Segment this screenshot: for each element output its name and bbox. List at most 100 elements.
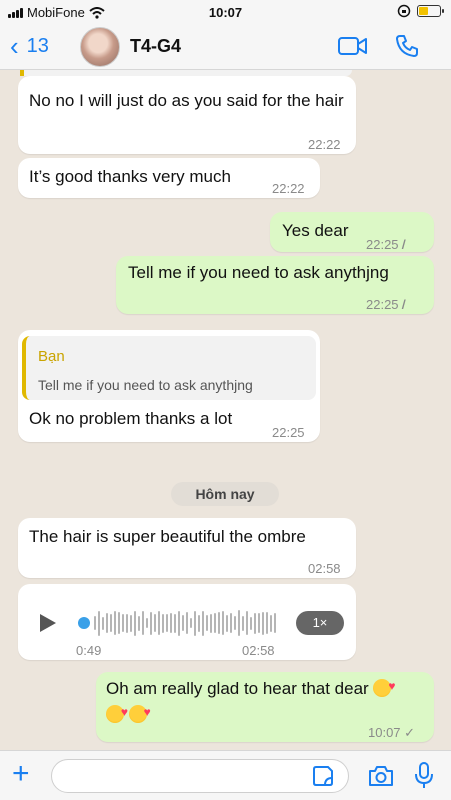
message-time: 22:22 — [308, 137, 341, 152]
message-text: It’s good thanks very much — [29, 167, 231, 186]
message-incoming-reply[interactable]: Bạn Tell me if you need to ask anythjng … — [18, 330, 320, 442]
waveform-bar — [198, 614, 200, 632]
chevron-left-icon: ‹ — [10, 31, 19, 61]
voice-duration: 02:58 — [242, 643, 275, 658]
waveform-bar — [142, 611, 144, 635]
reply-text: Tell me if you need to ask anythjng — [38, 377, 253, 393]
waveform-bar — [226, 614, 228, 632]
message-outgoing[interactable]: Tell me if you need to ask anythjng 22:2… — [116, 256, 434, 314]
message-text-content: Oh am really glad to hear that dear — [106, 679, 369, 698]
waveform-bar — [218, 612, 220, 634]
waveform-bar — [150, 611, 152, 635]
chat-area[interactable]: No no I will just do as you said for the… — [0, 70, 451, 750]
quoted-reply[interactable]: Bạn Tell me if you need to ask anythjng — [22, 336, 316, 400]
audio-waveform[interactable] — [94, 608, 280, 638]
reply-author: Bạn — [38, 348, 65, 365]
waveform-bar — [178, 610, 180, 636]
waveform-bar — [262, 611, 264, 635]
waveform-bar — [114, 611, 116, 635]
waveform-bar — [138, 615, 140, 631]
orientation-lock-icon — [397, 4, 411, 18]
waveform-bar — [170, 613, 172, 633]
waveform-bar — [266, 612, 268, 634]
chat-header: ‹ 13 T4-G4 — [0, 24, 451, 70]
play-icon[interactable] — [40, 614, 56, 632]
battery-icon — [417, 5, 444, 17]
status-right — [397, 4, 444, 18]
camera-icon[interactable] — [368, 765, 394, 787]
message-outgoing[interactable]: Yes dear 22:25 // — [270, 212, 434, 252]
playback-position-handle[interactable] — [78, 617, 90, 629]
message-outgoing[interactable]: Oh am really glad to hear that dear 10:0… — [96, 672, 434, 742]
voice-message[interactable]: 1× 0:49 02:58 — [18, 584, 356, 660]
waveform-bar — [194, 610, 196, 636]
waveform-bar — [174, 613, 176, 633]
message-incoming[interactable]: The hair is super beautiful the ombre 02… — [18, 518, 356, 578]
message-text: Yes dear — [282, 221, 349, 240]
composer-bar: + — [0, 750, 451, 800]
contact-name[interactable]: T4-G4 — [130, 36, 181, 57]
attach-plus-icon[interactable]: + — [12, 759, 30, 789]
waveform-bar — [238, 610, 240, 636]
message-incoming[interactable]: It’s good thanks very much 22:22 — [18, 158, 320, 198]
waveform-bar — [242, 615, 244, 631]
message-text: The hair is super beautiful the ombre — [29, 527, 306, 546]
waveform-bar — [126, 613, 128, 633]
waveform-bar — [166, 614, 168, 632]
waveform-bar — [158, 611, 160, 635]
waveform-bar — [182, 615, 184, 631]
waveform-bar — [98, 610, 100, 636]
waveform-bar — [250, 616, 252, 630]
sent-tick-icon: ✓ — [404, 725, 416, 740]
waveform-bar — [246, 611, 248, 635]
waveform-bar — [122, 614, 124, 632]
waveform-bar — [274, 613, 276, 633]
waveform-bar — [210, 613, 212, 633]
time-text: 22:25 — [366, 237, 399, 252]
contact-avatar[interactable] — [80, 27, 120, 67]
waveform-bar — [258, 613, 260, 633]
message-text: No no I will just do as you said for the… — [29, 91, 344, 110]
voice-elapsed: 0:49 — [76, 643, 102, 658]
waveform-bar — [94, 616, 96, 630]
waveform-bar — [270, 614, 272, 632]
smiling-face-with-hearts-icon — [106, 699, 128, 725]
status-bar: MobiFone 10:07 — [0, 0, 451, 24]
message-time: 22:25 // — [366, 292, 406, 318]
waveform-bar — [202, 610, 204, 636]
message-time: 10:07 ✓ — [368, 720, 415, 746]
waveform-bar — [154, 614, 156, 632]
sticker-icon[interactable] — [312, 765, 334, 787]
microphone-icon[interactable] — [414, 761, 434, 789]
message-time: 22:22 — [272, 181, 305, 196]
phone-call-icon[interactable] — [395, 34, 419, 58]
message-time: 22:25 — [272, 425, 305, 440]
unread-count: 13 — [26, 34, 49, 57]
waveform-bar — [222, 611, 224, 635]
message-incoming[interactable]: No no I will just do as you said for the… — [18, 76, 356, 154]
waveform-bar — [146, 618, 148, 628]
waveform-bar — [134, 610, 136, 636]
waveform-bar — [118, 612, 120, 634]
message-text: Tell me if you need to ask anythjng — [128, 263, 389, 282]
waveform-bar — [110, 614, 112, 632]
time-text: 10:07 — [368, 725, 401, 740]
waveform-bar — [106, 613, 108, 633]
waveform-bar — [102, 616, 104, 630]
waveform-bar — [214, 613, 216, 633]
date-divider: Hôm nay — [171, 482, 279, 506]
playback-speed-button[interactable]: 1× — [296, 611, 344, 635]
back-button[interactable]: ‹ 13 — [10, 33, 49, 59]
video-call-icon[interactable] — [338, 36, 368, 56]
waveform-bar — [206, 615, 208, 631]
message-input[interactable] — [51, 759, 349, 793]
message-text: Ok no problem thanks a lot — [29, 409, 233, 428]
smiling-face-with-hearts-icon — [373, 673, 395, 699]
message-time: 02:58 — [308, 561, 341, 576]
waveform-bar — [162, 613, 164, 633]
waveform-bar — [234, 616, 236, 630]
waveform-bar — [186, 612, 188, 634]
clock: 10:07 — [208, 5, 243, 20]
message-time: 22:25 // — [366, 232, 406, 258]
waveform-bar — [190, 618, 192, 628]
